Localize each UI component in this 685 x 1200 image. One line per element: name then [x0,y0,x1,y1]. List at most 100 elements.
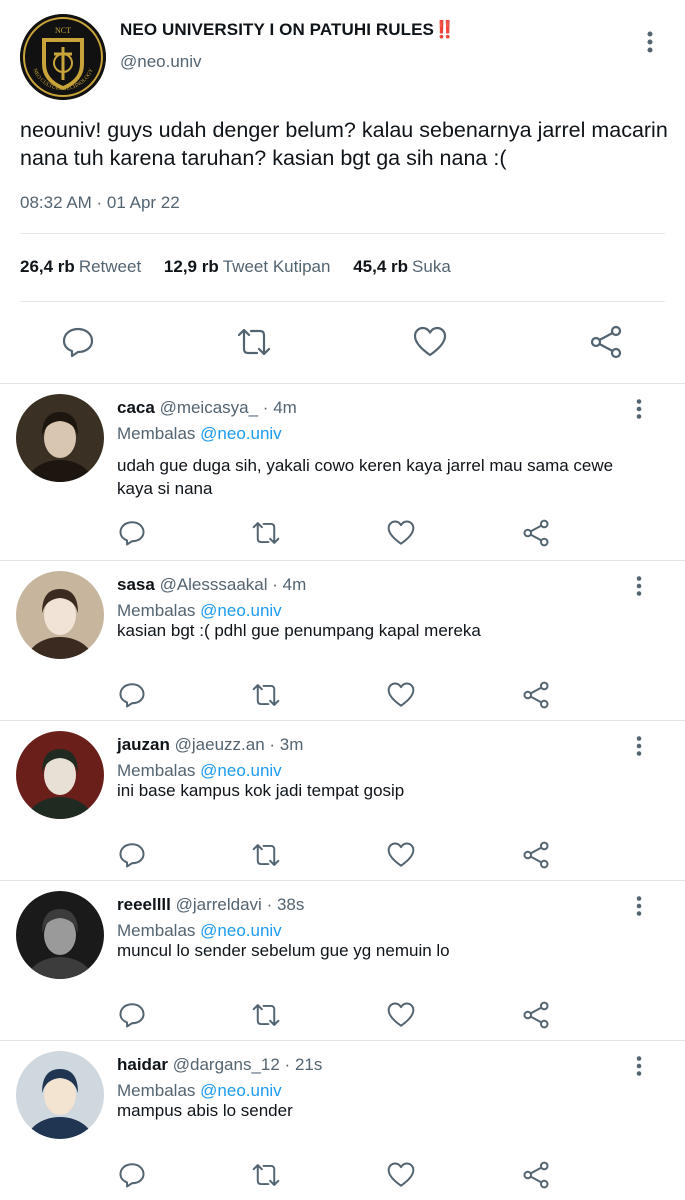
like-icon[interactable] [387,519,415,547]
reply-item[interactable]: sasa @Alesssaakal · 4m Membalas @neo.univ… [0,560,685,720]
replying-label: Membalas [117,424,196,443]
retweet-count: 26,4 rb [20,257,75,276]
reply-time[interactable]: 3m [280,735,304,754]
reply-time[interactable]: 21s [295,1055,322,1074]
dot-separator: · [261,895,277,914]
reply-handle[interactable]: @jaeuzz.an [175,735,265,754]
like-icon[interactable] [413,325,447,359]
retweet-icon[interactable] [252,681,280,709]
retweet-icon[interactable] [252,1001,280,1029]
more-icon[interactable] [630,575,648,597]
dot-separator: · [279,1055,295,1074]
replying-mention[interactable]: @neo.univ [200,761,282,780]
reply-header: sasa @Alesssaakal · 4m [117,575,306,595]
display-name[interactable]: NEO UNIVERSITY I ON PATUHI RULES‼️ [120,20,455,40]
share-icon[interactable] [522,681,550,709]
quote-label: Tweet Kutipan [222,257,331,276]
reply-time[interactable]: 4m [283,575,307,594]
avatar[interactable] [16,891,104,979]
reply-handle[interactable]: @dargans_12 [173,1055,280,1074]
more-icon[interactable] [630,735,648,757]
retweet-stat[interactable]: 26,4 rb Retweet [20,257,141,276]
share-icon[interactable] [522,841,550,869]
replying-to: Membalas @neo.univ [117,601,282,621]
tweet-timestamp[interactable]: 08:32 AM · 01 Apr 22 [20,193,180,213]
replying-to: Membalas @neo.univ [117,921,282,941]
reply-icon[interactable] [118,1001,146,1029]
divider [20,301,665,302]
avatar[interactable] [16,571,104,659]
replying-to: Membalas @neo.univ [117,1081,282,1101]
reply-icon[interactable] [118,841,146,869]
replying-to: Membalas @neo.univ [117,761,282,781]
reply-item[interactable]: jauzan @jaeuzz.an · 3m Membalas @neo.univ… [0,720,685,880]
reply-header: reeellll @jarreldavi · 38s [117,895,304,915]
tweet-stats: 26,4 rb Retweet 12,9 rb Tweet Kutipan 45,4… [20,257,469,277]
reply-header: caca @meicasya_ · 4m [117,398,297,418]
replying-mention[interactable]: @neo.univ [200,601,282,620]
replying-mention[interactable]: @neo.univ [200,921,282,940]
reply-icon[interactable] [118,519,146,547]
replying-mention[interactable]: @neo.univ [200,424,282,443]
more-icon[interactable] [630,398,648,420]
replying-label: Membalas [117,761,196,780]
reply-handle[interactable]: @meicasya_ [160,398,259,417]
replying-label: Membalas [117,1081,196,1100]
share-icon[interactable] [522,1001,550,1029]
avatar[interactable] [16,394,104,482]
user-handle[interactable]: @neo.univ [120,52,202,72]
dot-separator: · [264,735,280,754]
quote-count: 12,9 rb [163,257,219,276]
account-logo[interactable]: NCT NEO CULTURE TECHNOLOGY [20,14,106,100]
reply-handle[interactable]: @Alesssaakal [160,575,268,594]
retweet-label: Retweet [78,257,142,276]
avatar[interactable] [16,731,104,819]
like-count: 45,4 rb [353,257,409,276]
tweet-text: neouniv! guys udah denger belum? kalau s… [20,118,668,170]
reply-text: muncul lo sender sebelum gue yg nemuin l… [117,941,450,960]
reply-header: haidar @dargans_12 · 21s [117,1055,322,1075]
retweet-icon[interactable] [252,519,280,547]
share-icon[interactable] [522,1161,550,1189]
replying-mention[interactable]: @neo.univ [200,1081,282,1100]
reply-item[interactable]: reeellll @jarreldavi · 38s Membalas @neo.… [0,880,685,1040]
logo-text: NCT [55,26,71,35]
reply-item[interactable]: haidar @dargans_12 · 21s Membalas @neo.un… [0,1040,685,1200]
retweet-icon[interactable] [252,841,280,869]
reply-icon[interactable] [118,681,146,709]
main-tweet: NCT NEO CULTURE TECHNOLOGY NEO UNIVERSIT… [0,0,685,383]
retweet-icon[interactable] [252,1161,280,1189]
share-icon[interactable] [589,325,623,359]
reply-time[interactable]: 4m [273,398,297,417]
like-icon[interactable] [387,841,415,869]
more-icon[interactable] [630,895,648,917]
reply-text: mampus abis lo sender [117,1101,293,1120]
reply-handle[interactable]: @jarreldavi [176,895,262,914]
reply-display-name[interactable]: caca [117,398,155,417]
reply-display-name[interactable]: haidar [117,1055,168,1074]
like-icon[interactable] [387,1161,415,1189]
like-icon[interactable] [387,681,415,709]
like-label: Suka [412,257,451,276]
divider [20,233,665,234]
reply-text: kasian bgt :( pdhl gue penumpang kapal m… [117,621,481,640]
more-icon[interactable] [640,30,660,54]
reply-display-name[interactable]: reeellll [117,895,171,914]
reply-icon[interactable] [61,325,95,359]
dot-separator: · [267,575,283,594]
reply-icon[interactable] [118,1161,146,1189]
share-icon[interactable] [522,519,550,547]
reply-display-name[interactable]: jauzan [117,735,170,754]
quote-stat[interactable]: 12,9 rb Tweet Kutipan [164,257,331,276]
replying-to: Membalas @neo.univ [117,424,282,444]
like-icon[interactable] [387,1001,415,1029]
reply-text: udah gue duga sih, yakali cowo keren kay… [117,456,614,498]
more-icon[interactable] [630,1055,648,1077]
avatar[interactable] [16,1051,104,1139]
replying-label: Membalas [117,601,196,620]
reply-time[interactable]: 38s [277,895,304,914]
reply-item[interactable]: caca @meicasya_ · 4m Membalas @neo.univ ud… [0,383,685,560]
like-stat[interactable]: 45,4 rb Suka [353,257,451,276]
retweet-icon[interactable] [237,325,271,359]
reply-display-name[interactable]: sasa [117,575,155,594]
